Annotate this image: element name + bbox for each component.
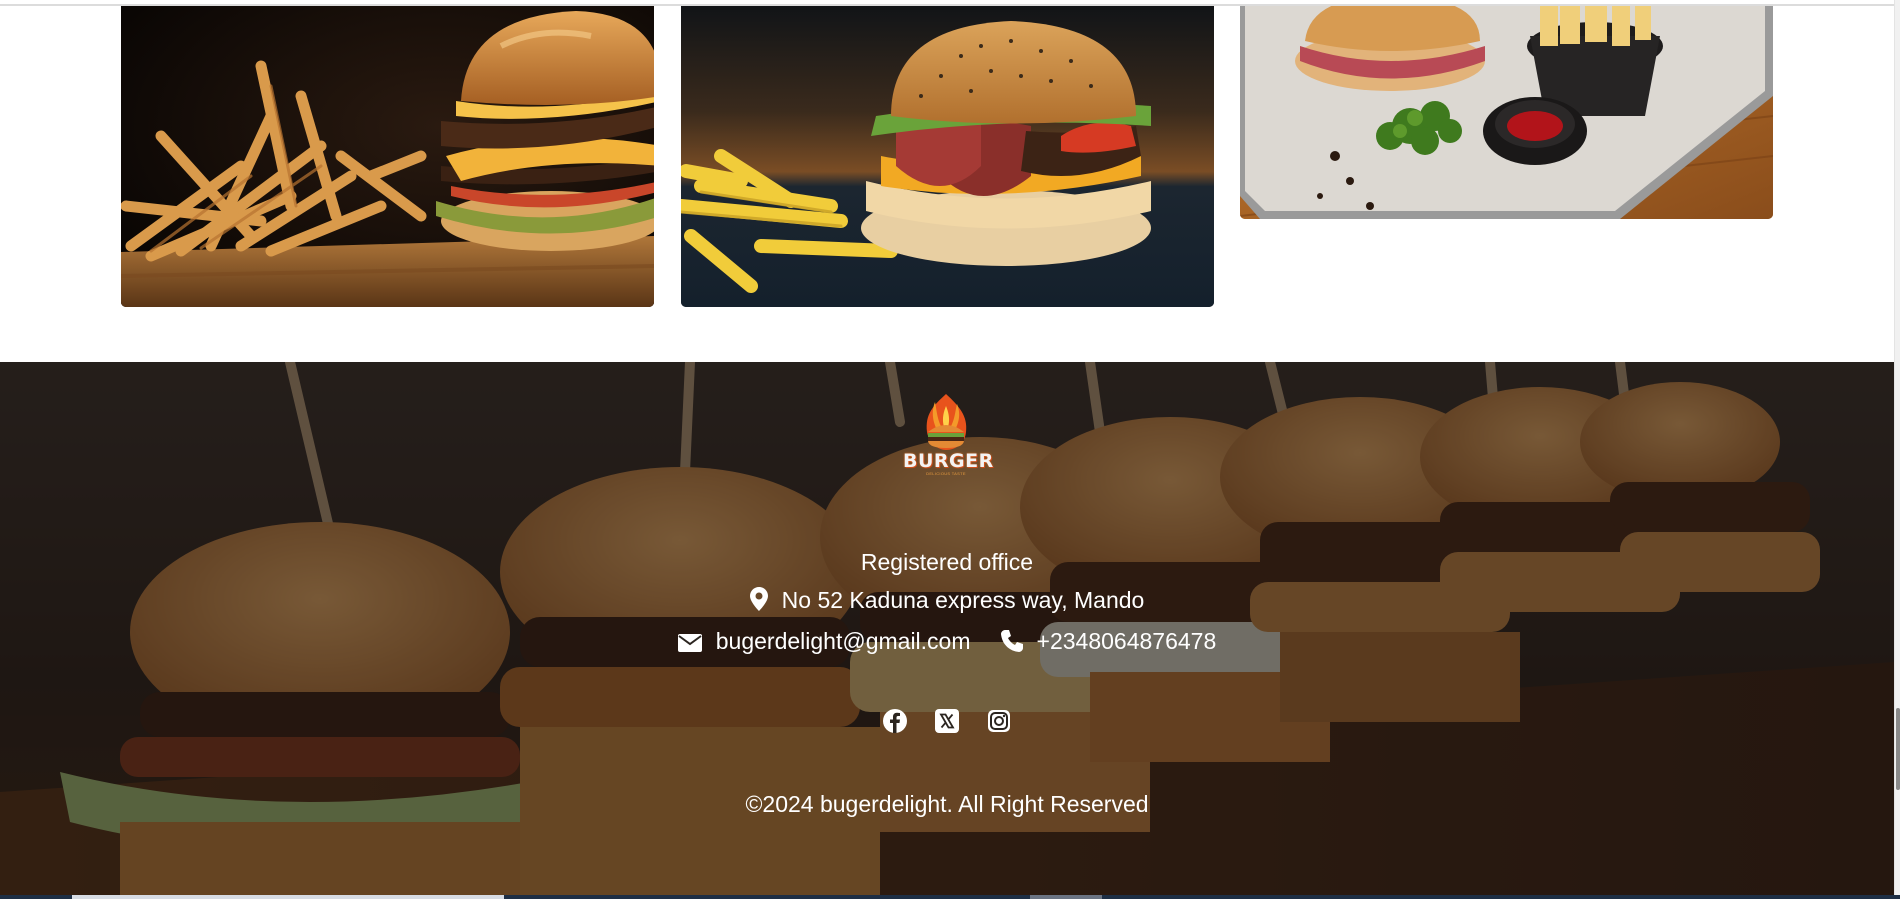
address-text: No 52 Kaduna express way, Mando (781, 587, 1145, 613)
address-row: No 52 Kaduna express way, Mando (0, 586, 1894, 617)
phone-icon (1000, 630, 1023, 658)
brand-logo-tagline: DELICIOUS TASTE (926, 471, 966, 476)
gallery-image-burger-tray (1240, 6, 1773, 219)
brand-logo[interactable]: BURGER DELICIOUS TASTE (903, 392, 994, 488)
gallery-image-bacon-burger (681, 6, 1214, 307)
copyright-text: ©2024 bugerdelight. All Right Reserved (745, 791, 1149, 817)
page: BURGER DELICIOUS TASTE Registered office… (0, 0, 1894, 899)
email-link[interactable]: bugerdelight@gmail.com (716, 628, 971, 654)
footer-content: BURGER DELICIOUS TASTE Registered office… (0, 362, 1894, 895)
phone-link[interactable]: +2348064876478 (1037, 628, 1217, 654)
gallery-image-burger-fries (121, 6, 654, 307)
vertical-scrollbar-thumb[interactable] (1896, 708, 1900, 790)
site-footer: BURGER DELICIOUS TASTE Registered office… (0, 362, 1894, 895)
registered-office-heading: Registered office (860, 549, 1034, 575)
x-twitter-icon[interactable] (934, 708, 960, 734)
instagram-icon[interactable] (986, 708, 1012, 734)
bottom-strip-segment (72, 895, 504, 899)
bottom-strip-segment-mid (1030, 895, 1102, 899)
brand-logo-text: BURGER (903, 450, 994, 472)
envelope-icon (677, 630, 702, 658)
facebook-icon[interactable] (882, 708, 908, 734)
vertical-scrollbar[interactable] (1894, 0, 1900, 895)
location-pin-icon (749, 587, 768, 617)
social-links (0, 708, 1894, 734)
contact-row: bugerdelight@gmail.com +2348064876478 (0, 627, 1894, 658)
